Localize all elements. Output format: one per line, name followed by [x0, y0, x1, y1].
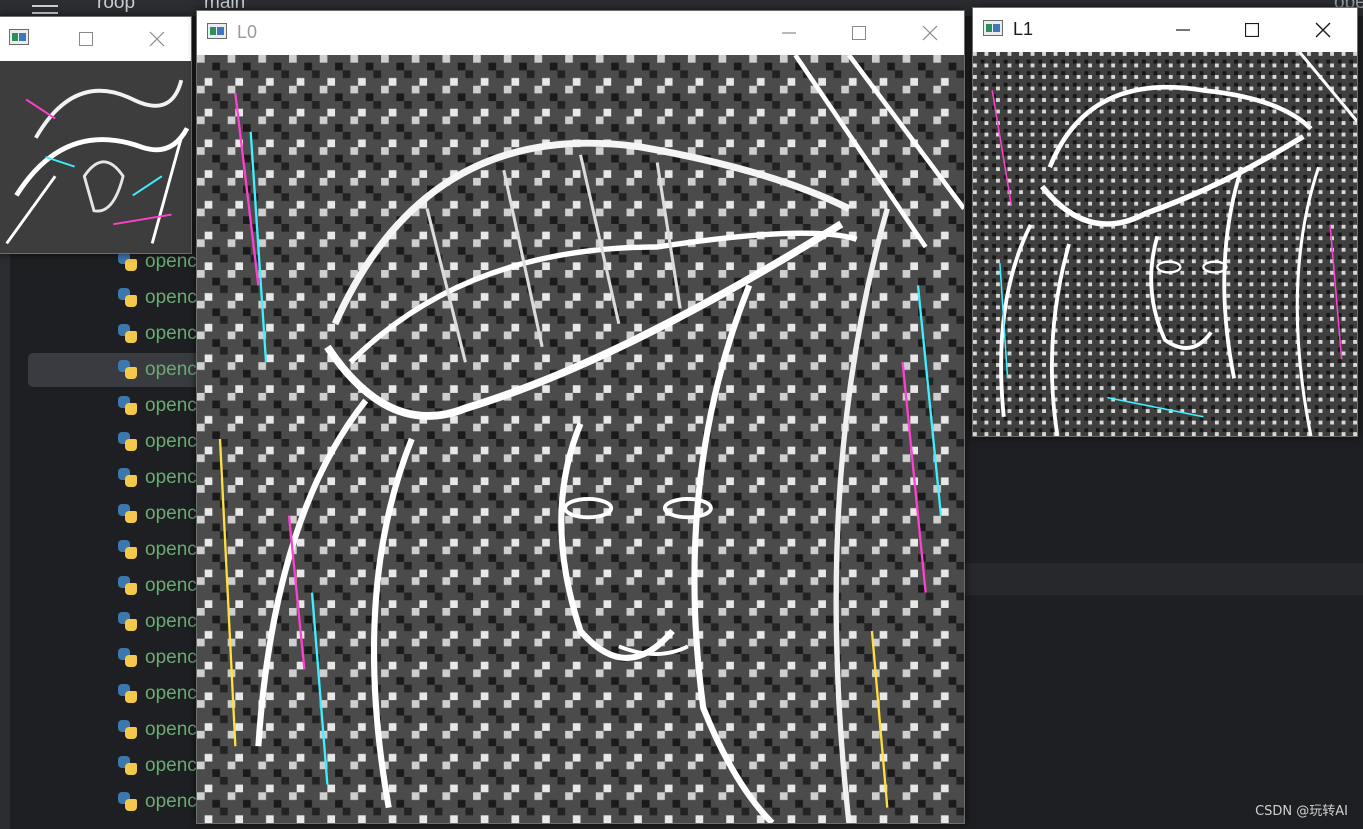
file-item[interactable]: openc — [28, 713, 200, 747]
file-name: openc — [145, 719, 197, 740]
maximize-icon — [852, 26, 866, 40]
file-item[interactable]: openc — [28, 569, 200, 603]
file-item[interactable]: openc — [28, 641, 200, 675]
opencv-window-icon — [207, 23, 227, 39]
opencv-window-icon — [983, 20, 1003, 36]
file-name: openc — [145, 359, 197, 380]
python-file-icon — [117, 359, 139, 381]
window-title: L1 — [1013, 19, 1034, 39]
laplacian-image — [0, 61, 191, 253]
edge-image-canvas — [973, 52, 1357, 436]
maximize-button[interactable] — [836, 11, 882, 55]
close-button[interactable] — [134, 17, 180, 61]
file-item[interactable]: openc — [28, 389, 200, 423]
l0-image-window[interactable]: L0 — [196, 10, 965, 824]
python-file-icon — [117, 539, 139, 561]
window-titlebar[interactable]: L0 — [197, 11, 964, 55]
python-file-icon — [117, 719, 139, 741]
small-image-window[interactable] — [0, 16, 192, 254]
file-item[interactable]: openc — [28, 749, 200, 783]
minimize-button[interactable] — [1160, 8, 1206, 52]
python-file-icon — [117, 431, 139, 453]
window-titlebar[interactable]: L1 — [973, 8, 1357, 52]
file-name: openc — [145, 791, 197, 812]
window-title: L0 — [237, 22, 258, 42]
edge-image-canvas — [0, 61, 191, 253]
file-name: openc — [145, 395, 197, 416]
maximize-icon — [79, 32, 93, 46]
python-file-icon — [117, 611, 139, 633]
python-file-icon — [117, 503, 139, 525]
file-name: openc — [145, 539, 197, 560]
close-button[interactable] — [907, 11, 953, 55]
maximize-button[interactable] — [63, 17, 109, 61]
file-name: openc — [145, 575, 197, 596]
minimize-icon — [782, 32, 796, 34]
file-name: openc — [145, 287, 197, 308]
python-file-icon — [117, 395, 139, 417]
laplacian-image — [197, 55, 964, 823]
python-file-icon — [117, 575, 139, 597]
file-item[interactable]: openc — [28, 425, 200, 459]
file-name: openc — [145, 251, 197, 272]
python-file-icon — [117, 683, 139, 705]
maximize-icon — [1245, 23, 1259, 37]
file-item[interactable]: openc — [28, 677, 200, 711]
python-file-icon — [117, 251, 139, 273]
laplacian-image — [973, 52, 1357, 436]
file-name: openc — [145, 755, 197, 776]
python-file-icon — [117, 323, 139, 345]
minimize-button[interactable] — [766, 11, 812, 55]
file-item[interactable]: openc — [28, 317, 200, 351]
python-file-icon — [117, 467, 139, 489]
file-item[interactable]: openc — [28, 281, 200, 315]
close-icon — [922, 25, 938, 41]
python-file-icon — [117, 755, 139, 777]
opencv-window-icon — [9, 29, 29, 45]
file-name: openc — [145, 503, 197, 524]
edge-image-canvas — [197, 55, 964, 823]
window-titlebar[interactable] — [0, 17, 191, 61]
python-file-icon — [117, 287, 139, 309]
file-name: openc — [145, 467, 197, 488]
file-item[interactable]: openc — [28, 533, 200, 567]
watermark: CSDN @玩转AI — [1255, 804, 1348, 819]
python-file-icon — [117, 647, 139, 669]
file-name: openc — [145, 683, 197, 704]
python-file-icon — [117, 791, 139, 813]
file-name: openc — [145, 611, 197, 632]
editor-current-line — [963, 563, 1363, 595]
minimize-icon — [1176, 29, 1190, 31]
close-button[interactable] — [1300, 8, 1346, 52]
close-icon — [1315, 22, 1331, 38]
close-icon — [149, 31, 165, 47]
l1-image-window[interactable]: L1 — [972, 7, 1358, 437]
file-item[interactable]: openc — [28, 461, 200, 495]
project-selector[interactable]: roop — [97, 0, 135, 14]
main-menu-icon[interactable] — [32, 0, 58, 16]
file-name: openc — [145, 431, 197, 452]
file-item[interactable]: openc — [28, 497, 200, 531]
file-item[interactable]: openc — [28, 605, 200, 639]
maximize-button[interactable] — [1229, 8, 1275, 52]
file-item[interactable]: openc — [28, 785, 200, 819]
file-name: openc — [145, 323, 197, 344]
file-name: openc — [145, 647, 197, 668]
file-item-selected[interactable]: openc — [28, 353, 200, 387]
